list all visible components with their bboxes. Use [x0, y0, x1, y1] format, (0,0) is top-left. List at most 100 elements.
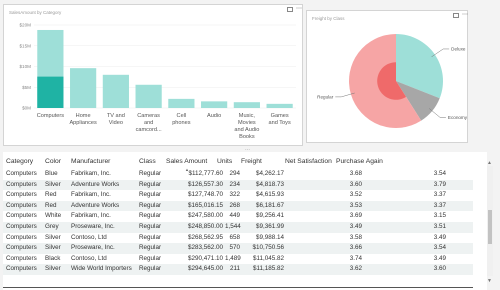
table-cell: Computers [6, 191, 37, 199]
x-tick-label: Cameras and camcord... [136, 113, 163, 133]
table-cell: 3.37 [433, 201, 446, 209]
x-tick-label: Music, Movies and Audio Books [234, 113, 259, 140]
bar[interactable] [135, 84, 162, 108]
sales-table: Category Color Manufacturer Class Sales Amou… [3, 152, 487, 290]
bar[interactable] [201, 101, 228, 108]
table-cell: 3.52 [349, 191, 362, 199]
table-header-row: Category Color Manufacturer Class Sales Amou… [3, 156, 473, 168]
table-cell: $127,748.70 [187, 191, 223, 199]
table-cell: $9,256.41 [255, 212, 284, 220]
table-cell: 3.58 [349, 233, 362, 241]
table-cell: Regular [139, 191, 162, 199]
table-cell: 3.60 [349, 180, 362, 188]
table-cell: $11,185.82 [252, 265, 284, 273]
table-cell: Blue [45, 170, 58, 177]
column-header[interactable]: Manufacturer [71, 156, 110, 168]
table-row[interactable]: Computers Red Fabrikam, Inc. Regular $127,74… [3, 190, 473, 201]
table-cell: Adventure Works [71, 180, 120, 188]
bar[interactable] [168, 98, 195, 108]
y-tick-label: $20M [20, 23, 32, 28]
table-cell: 3.69 [349, 212, 362, 220]
y-tick-label: $0M [22, 106, 31, 111]
table-cell: Regular [139, 201, 162, 209]
scroll-up-arrow-icon[interactable]: ▲ [487, 160, 492, 166]
table-cell: 268 [229, 201, 240, 209]
column-header[interactable]: Color [45, 156, 61, 168]
table-cell: Red [45, 201, 57, 209]
table-cell: Contoso, Ltd [71, 254, 107, 262]
table-row[interactable]: Computers Silver Proseware, Inc. Regular $28… [3, 243, 473, 254]
column-header[interactable]: Units [217, 156, 232, 168]
table-cell: $9,361.99 [255, 223, 284, 230]
table-cell: Computers [6, 265, 37, 273]
x-tick-label: Computers [37, 113, 65, 119]
table-row[interactable]: Computers White Fabrikam, Inc. Regular $247,… [3, 211, 473, 222]
pie-chart-svg: Deluxe Economy Regular [317, 34, 468, 128]
table-cell: Black [45, 254, 61, 262]
table-scrollbar-thumb[interactable] [488, 210, 492, 244]
table-cell: 211 [229, 265, 240, 273]
table-cell: $10,750.56 [252, 244, 284, 252]
pie-slice-label: Economy [448, 115, 468, 120]
table-cell: 3.54 [433, 244, 446, 252]
table-cell: $6,181.67 [255, 201, 284, 209]
table-cell: 3.54 [433, 170, 446, 177]
table-cell: Computers [6, 212, 37, 220]
column-header[interactable]: Category [6, 156, 33, 168]
table-cell: Regular [139, 223, 162, 230]
table-cell: Computers [6, 223, 37, 230]
table-cell: Fabrikam, Inc. [71, 212, 111, 220]
table-cell: Computers [6, 180, 37, 188]
table-cell: $283,562.00 [187, 244, 223, 252]
sales-by-category-chart[interactable]: SalesAmount by Category ⋯ $20M $15M $10M $5… [3, 4, 303, 146]
table-cell: $126,557.30 [187, 180, 223, 188]
table-cell: 234 [229, 180, 240, 188]
table-cell: 3.37 [433, 191, 446, 199]
table-row[interactable]: Computers Silver Adventure Works Regular $12… [3, 179, 473, 191]
table-cell: Regular [139, 180, 162, 188]
x-tick-label: Audio [207, 113, 221, 119]
table-cell: 3.49 [433, 254, 446, 262]
table-cell: 449 [229, 212, 240, 220]
table-cell: Adventure Works [71, 201, 120, 209]
y-tick-label: $15M [20, 43, 32, 48]
bar[interactable] [70, 68, 97, 108]
table-row[interactable]: Computers Silver Wide World Importers Regul… [3, 264, 473, 275]
column-header[interactable]: Freight [241, 156, 262, 168]
table-cell: White [45, 212, 62, 220]
table-cell: $11,045.82 [252, 254, 284, 262]
bar[interactable] [266, 103, 293, 108]
column-header[interactable]: Purchase Again [336, 156, 383, 168]
table-cell: Silver [45, 244, 61, 252]
table-row[interactable]: Computers Black Contoso, Ltd Regular $290,47… [3, 254, 473, 265]
table-cell: 3.49 [433, 233, 446, 241]
table-cell: 3.62 [349, 265, 362, 273]
x-tick-label: Home Appliances [69, 113, 97, 126]
table-cell: Red [45, 191, 57, 199]
table-cell: Computers [6, 244, 37, 252]
table-cell: 1,489 [225, 254, 241, 262]
table-cell: 3.49 [349, 223, 362, 230]
table-cell: Proseware, Inc. [71, 244, 115, 252]
table-cell: Silver [45, 265, 61, 273]
table-cell: 3.68 [349, 170, 362, 177]
table-cell: $4,818.73 [255, 180, 284, 188]
table-row[interactable]: Computers Silver Contoso, Ltd Regular $268,5… [3, 233, 473, 244]
table-row[interactable]: Computers Red Adventure Works Regular $165,0… [3, 200, 473, 212]
bar[interactable] [233, 102, 260, 108]
column-header[interactable]: Class [139, 156, 156, 168]
table-row[interactable]: Computers Grey Proseware, Inc. Regular $248,… [3, 222, 473, 233]
freight-by-class-chart[interactable]: Freight by Class ⋯ Deluxe Economy Regular [306, 10, 468, 143]
column-header[interactable]: Net Satisfaction [285, 156, 332, 168]
table-cell: 3.66 [349, 244, 362, 252]
bar-highlight[interactable] [37, 76, 64, 108]
scroll-down-arrow-icon[interactable]: ▼ [487, 278, 492, 284]
table-cell: $4,262.17 [255, 170, 284, 177]
y-tick-label: $10M [20, 64, 32, 69]
table-cell: Silver [45, 233, 61, 241]
x-tick-label: Games and Toys [268, 113, 290, 126]
table-cell: Contoso, Ltd [71, 233, 107, 241]
table-row[interactable]: Computers Blue Fabrikam, Inc. Regular $112,7… [3, 169, 473, 180]
table-cell: 3.79 [433, 180, 446, 188]
bar[interactable] [102, 74, 129, 108]
